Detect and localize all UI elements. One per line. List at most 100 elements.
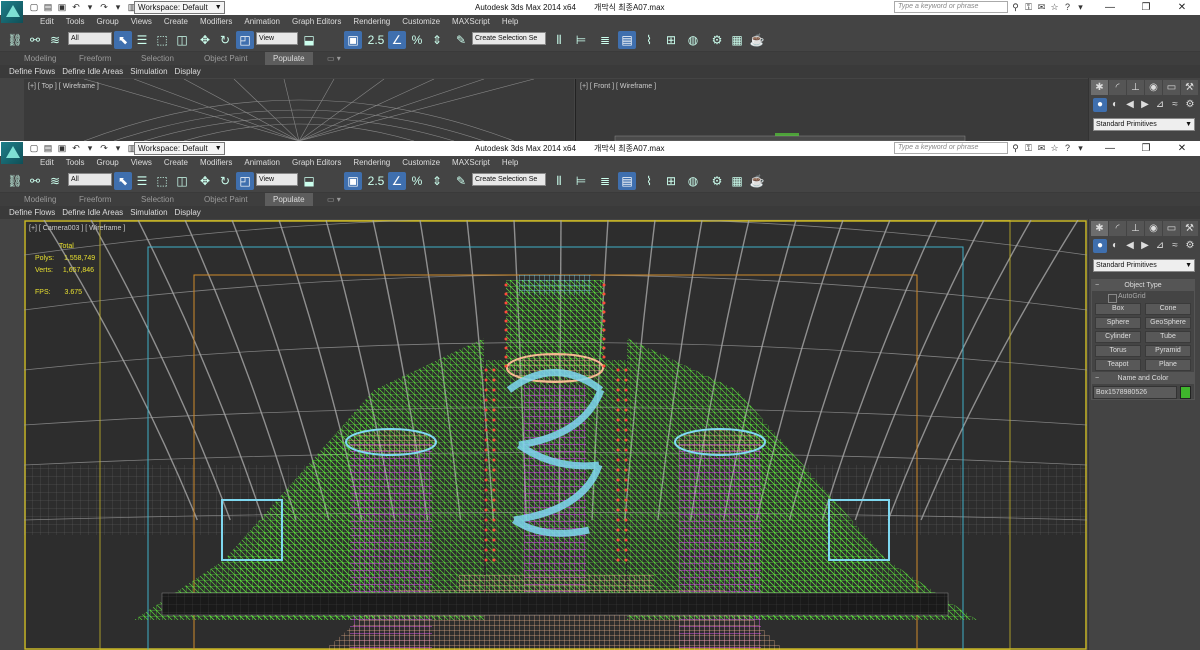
percent-snap-icon[interactable]: % <box>408 172 426 190</box>
lights-icon[interactable]: ◀ <box>1123 239 1137 253</box>
restore-icon[interactable]: ❐ <box>1128 0 1164 15</box>
spinner-snap-icon[interactable]: ⇕ <box>428 172 446 190</box>
move-icon[interactable]: ✥ <box>196 172 214 190</box>
tab-object-paint[interactable]: Object Paint <box>204 193 248 206</box>
box-button[interactable]: Box <box>1095 303 1141 315</box>
menu-group[interactable]: Group <box>90 156 124 169</box>
undo-icon[interactable]: ↶ <box>70 143 82 154</box>
cylinder-button[interactable]: Cylinder <box>1095 331 1141 343</box>
help-icon[interactable]: ? <box>1062 1 1073 13</box>
subscription-icon[interactable]: ⚿ <box>1023 142 1034 154</box>
cameras-icon[interactable]: ▶ <box>1138 98 1152 112</box>
spacewarps-icon[interactable]: ≈ <box>1168 98 1182 112</box>
new-file-icon[interactable]: ▢ <box>28 143 40 154</box>
create-tab-icon[interactable]: ✱ <box>1091 80 1108 95</box>
render-production-icon[interactable]: ☕ <box>748 31 766 49</box>
unlink-icon[interactable]: ⚯ <box>26 172 44 190</box>
communication-icon[interactable]: ✉ <box>1036 1 1047 13</box>
selection-filter-dropdown[interactable]: All <box>68 173 112 186</box>
open-file-icon[interactable]: ▤ <box>42 143 54 154</box>
angle-snap-icon[interactable]: ∠ <box>388 172 406 190</box>
save-icon[interactable]: ▣ <box>56 143 68 154</box>
rect-region-icon[interactable]: ⬚ <box>153 31 171 49</box>
utilities-tab-icon[interactable]: ⚒ <box>1181 80 1198 95</box>
ref-coord-dropdown[interactable]: View <box>256 173 298 186</box>
motion-tab-icon[interactable]: ◉ <box>1145 221 1162 236</box>
binoculars-icon[interactable]: ⚲ <box>1010 1 1021 13</box>
minimize-icon[interactable]: — <box>1092 0 1128 15</box>
motion-tab-icon[interactable]: ◉ <box>1145 80 1162 95</box>
object-name-field[interactable]: Box1578980526 <box>1093 386 1177 399</box>
rotate-icon[interactable]: ↻ <box>216 31 234 49</box>
menu-modifiers[interactable]: Modifiers <box>194 156 238 169</box>
mirror-icon[interactable]: ⫴ <box>550 172 568 190</box>
teapot-button[interactable]: Teapot <box>1095 359 1141 371</box>
geometry-icon[interactable]: ● <box>1093 239 1107 253</box>
menu-rendering[interactable]: Rendering <box>347 15 396 28</box>
percent-snap-icon[interactable]: % <box>408 31 426 49</box>
modify-tab-icon[interactable]: ◜ <box>1109 221 1126 236</box>
geometry-icon[interactable]: ● <box>1093 98 1107 112</box>
named-selection-set[interactable]: Create Selection Se <box>472 32 546 45</box>
scale-icon[interactable]: ◰ <box>236 31 254 49</box>
define-idle-areas[interactable]: Define Idle Areas <box>62 206 123 219</box>
lights-icon[interactable]: ◀ <box>1123 98 1137 112</box>
workspace-dropdown[interactable]: Workspace: Default ▼ <box>134 1 225 14</box>
pivot-icon[interactable]: ⬓ <box>300 31 318 49</box>
link-icon[interactable]: ⛓ <box>6 172 24 190</box>
define-idle-areas[interactable]: Define Idle Areas <box>62 65 123 78</box>
align-icon[interactable]: ⊨ <box>572 172 590 190</box>
helpers-icon[interactable]: ⊿ <box>1153 98 1167 112</box>
new-file-icon[interactable]: ▢ <box>28 2 40 13</box>
plane-button[interactable]: Plane <box>1145 359 1191 371</box>
move-icon[interactable]: ✥ <box>196 31 214 49</box>
pivot-icon[interactable]: ⬓ <box>300 172 318 190</box>
menu-graph-editors[interactable]: Graph Editors <box>286 156 347 169</box>
menu-views[interactable]: Views <box>125 15 158 28</box>
open-file-icon[interactable]: ▤ <box>42 2 54 13</box>
redo-icon[interactable]: ↷ <box>98 2 110 13</box>
select-object-icon[interactable]: ⬉ <box>114 31 132 49</box>
viewport-camera[interactable]: [+] [ Camera003 ] [ Wireframe ] <box>24 220 1087 650</box>
cone-button[interactable]: Cone <box>1145 303 1191 315</box>
select-manipulate-icon[interactable]: ▣ <box>344 31 362 49</box>
tab-freeform[interactable]: Freeform <box>79 193 111 206</box>
render-setup-icon[interactable]: ⚙ <box>708 172 726 190</box>
torus-button[interactable]: Torus <box>1095 345 1141 357</box>
layer-manager-icon[interactable]: ≣ <box>596 172 614 190</box>
bind-spacewarp-icon[interactable]: ≋ <box>46 31 64 49</box>
menu-maxscript[interactable]: MAXScript <box>446 15 496 28</box>
menu-customize[interactable]: Customize <box>396 156 446 169</box>
ribbon-toggle-icon[interactable]: ▭ ▾ <box>327 193 341 206</box>
redo-dropdown-icon[interactable]: ▾ <box>112 2 124 13</box>
menu-create[interactable]: Create <box>158 15 194 28</box>
display-tab-icon[interactable]: ▭ <box>1163 80 1180 95</box>
snap-toggle-icon[interactable]: 2.5 <box>367 172 385 190</box>
create-tab-icon[interactable]: ✱ <box>1091 221 1108 236</box>
menu-graph-editors[interactable]: Graph Editors <box>286 15 347 28</box>
menu-modifiers[interactable]: Modifiers <box>194 15 238 28</box>
systems-icon[interactable]: ⚙ <box>1183 239 1197 253</box>
help-dropdown-icon[interactable]: ▾ <box>1075 142 1086 154</box>
modify-tab-icon[interactable]: ◜ <box>1109 80 1126 95</box>
primitive-category-dropdown[interactable]: Standard Primitives ▼ <box>1093 118 1195 131</box>
edit-named-sel-icon[interactable]: ✎ <box>452 172 470 190</box>
workspace-dropdown[interactable]: Workspace: Default ▼ <box>134 142 225 155</box>
redo-dropdown-icon[interactable]: ▾ <box>112 143 124 154</box>
select-by-name-icon[interactable]: ☰ <box>133 31 151 49</box>
link-icon[interactable]: ⛓ <box>6 31 24 49</box>
simulation[interactable]: Simulation <box>130 65 167 78</box>
menu-customize[interactable]: Customize <box>396 15 446 28</box>
schematic-view-icon[interactable]: ⊞ <box>662 31 680 49</box>
redo-icon[interactable]: ↷ <box>98 143 110 154</box>
select-manipulate-icon[interactable]: ▣ <box>344 172 362 190</box>
menu-group[interactable]: Group <box>90 15 124 28</box>
scale-icon[interactable]: ◰ <box>236 172 254 190</box>
subscription-icon[interactable]: ⚿ <box>1023 1 1034 13</box>
ref-coord-dropdown[interactable]: View <box>256 32 298 45</box>
viewport-top[interactable]: [+] [ Top ] [ Wireframe ] <box>24 79 574 141</box>
edit-named-sel-icon[interactable]: ✎ <box>452 31 470 49</box>
menu-animation[interactable]: Animation <box>238 156 286 169</box>
close-icon[interactable]: ✕ <box>1164 0 1200 15</box>
autogrid-checkbox[interactable]: AutoGrid <box>1092 291 1194 303</box>
